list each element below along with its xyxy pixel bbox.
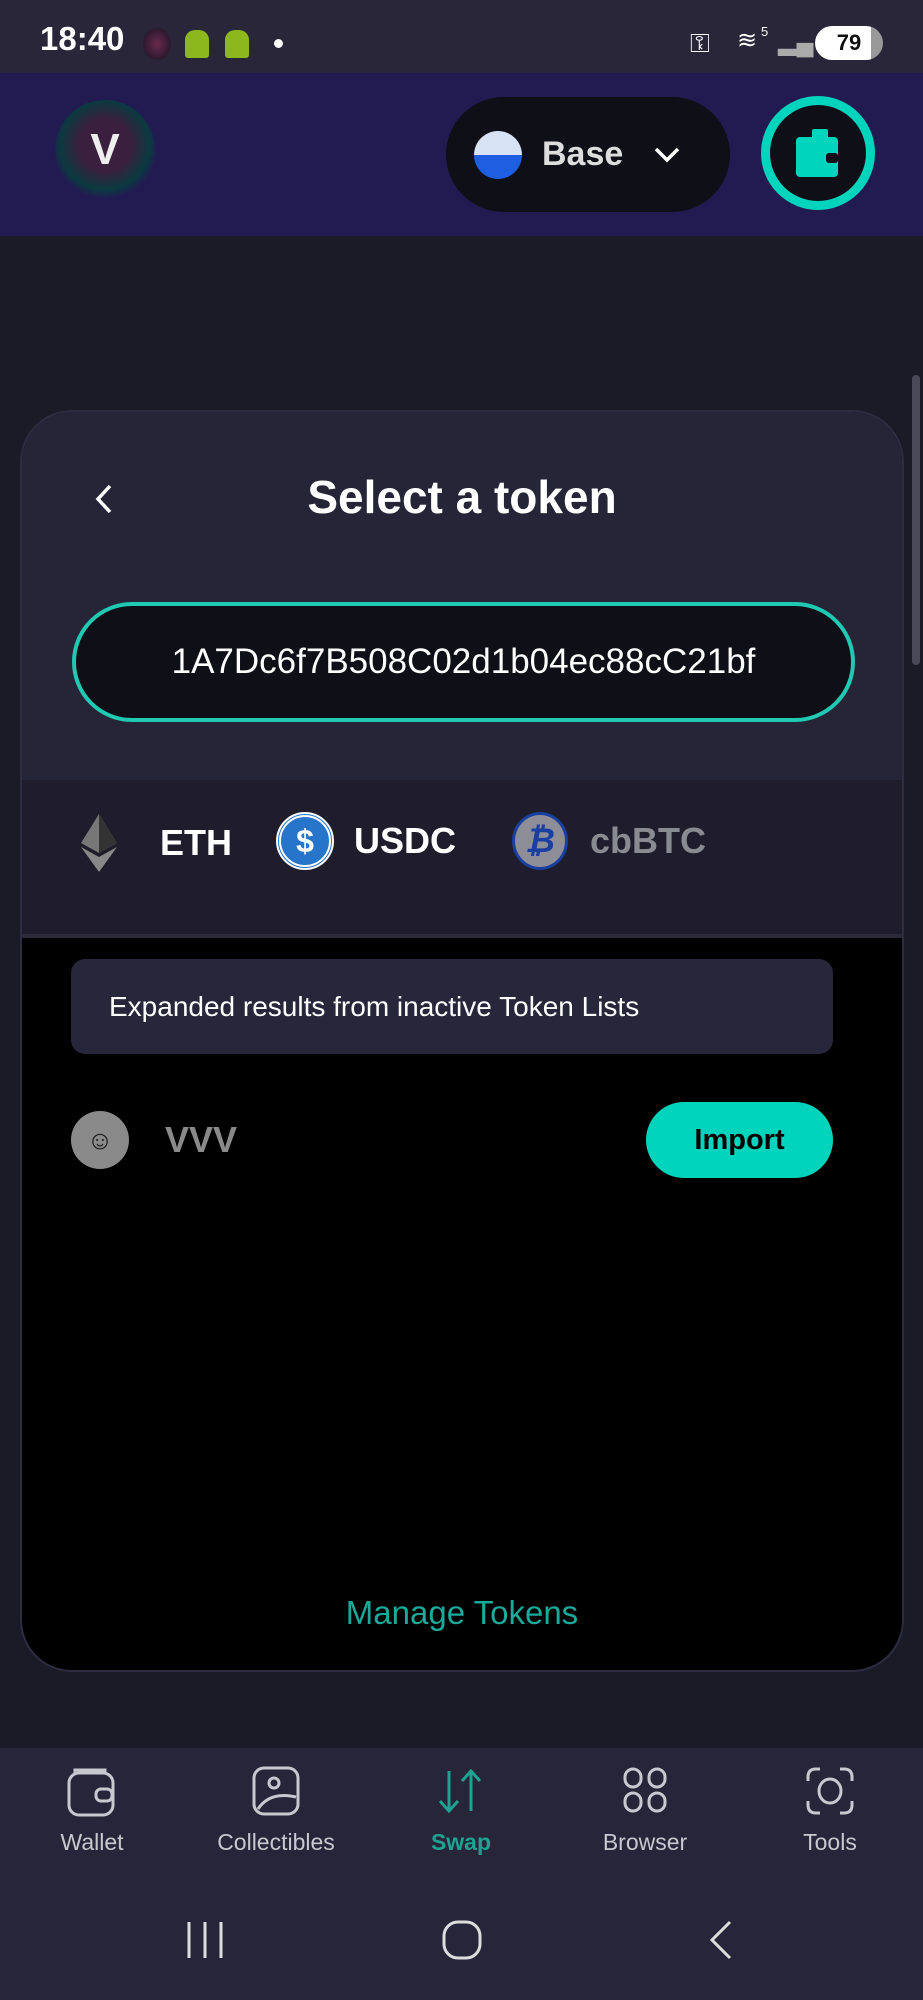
base-network-icon bbox=[474, 130, 522, 179]
notice-text: Expanded results from inactive Token Lis… bbox=[109, 990, 640, 1022]
import-button[interactable]: Import bbox=[646, 1102, 833, 1178]
image-icon bbox=[252, 1766, 300, 1816]
battery-level: 79 bbox=[836, 30, 862, 55]
scrollbar[interactable] bbox=[912, 375, 920, 665]
modal-title: Select a token bbox=[307, 471, 617, 523]
select-token-modal: Select a token 1A7Dc6f7B508C02d1b04ec88c… bbox=[20, 410, 904, 1672]
nav-tools[interactable]: Tools bbox=[738, 1765, 922, 1856]
nav-collectibles[interactable]: Collectibles bbox=[184, 1765, 368, 1856]
wallet-button[interactable] bbox=[761, 96, 875, 210]
common-token-usdc[interactable]: $ USDC bbox=[276, 812, 456, 870]
bitcoin-icon: ₿ bbox=[512, 812, 568, 870]
key-icon: ⚿ bbox=[690, 28, 710, 58]
network-selector[interactable]: Base bbox=[446, 97, 730, 212]
nav-label: Wallet bbox=[60, 1829, 124, 1855]
android-icon bbox=[225, 30, 249, 58]
wallet-icon bbox=[67, 1768, 115, 1817]
nav-label: Collectibles bbox=[217, 1829, 335, 1855]
import-label: Import bbox=[694, 1123, 785, 1156]
search-value: 1A7Dc6f7B508C02d1b04ec88cC21bf bbox=[171, 642, 756, 681]
nav-label: Browser bbox=[602, 1829, 688, 1855]
common-token-cbbtc[interactable]: ₿ cbBTC bbox=[512, 812, 706, 870]
back-icon[interactable] bbox=[706, 1920, 736, 1960]
wifi-badge: 5 bbox=[761, 24, 769, 39]
eth-icon bbox=[81, 814, 117, 872]
dot-icon bbox=[274, 39, 283, 48]
usdc-icon: $ bbox=[276, 812, 334, 870]
battery-indicator: 79 bbox=[815, 26, 883, 60]
network-label: Base bbox=[542, 135, 624, 173]
manage-tokens-link[interactable]: Manage Tokens bbox=[22, 1594, 902, 1632]
status-time: 18:40 bbox=[40, 20, 125, 57]
app-notification-icon bbox=[143, 28, 171, 60]
app-logo[interactable]: V bbox=[55, 100, 155, 200]
nav-wallet[interactable]: Wallet bbox=[0, 1765, 184, 1856]
token-symbol: USDC bbox=[354, 820, 457, 861]
status-bar: 18:40 ⚿ ≋ 5 ▂▄ 79 bbox=[0, 0, 923, 73]
token-row-vvv[interactable]: ☺ VVV Import bbox=[71, 1102, 833, 1178]
signal-icon: ▂▄ bbox=[778, 29, 814, 56]
wallet-icon bbox=[796, 129, 838, 177]
home-icon[interactable] bbox=[442, 1920, 482, 1960]
nav-label: Swap bbox=[430, 1829, 492, 1855]
nav-label: Tools bbox=[803, 1829, 857, 1855]
grid-icon bbox=[623, 1767, 667, 1813]
token-symbol: cbBTC bbox=[590, 820, 706, 861]
android-icon bbox=[185, 30, 209, 58]
inactive-lists-notice: Expanded results from inactive Token Lis… bbox=[71, 959, 833, 1054]
scan-icon bbox=[806, 1767, 854, 1815]
nav-swap[interactable]: Swap bbox=[369, 1765, 553, 1856]
swap-arrows-icon bbox=[438, 1768, 482, 1814]
wifi-icon: ≋ bbox=[737, 27, 758, 54]
vvv-token-icon: ☺ bbox=[71, 1111, 129, 1169]
nav-browser[interactable]: Browser bbox=[553, 1765, 737, 1856]
token-search-input[interactable]: 1A7Dc6f7B508C02d1b04ec88cC21bf bbox=[72, 602, 855, 722]
recent-apps-icon[interactable] bbox=[185, 1920, 225, 1960]
modal-header bbox=[22, 412, 902, 780]
token-symbol: VVV bbox=[165, 1119, 238, 1160]
chevron-down-icon bbox=[655, 147, 680, 162]
common-token-eth[interactable]: ETH bbox=[74, 812, 232, 874]
token-symbol: ETH bbox=[160, 822, 232, 863]
